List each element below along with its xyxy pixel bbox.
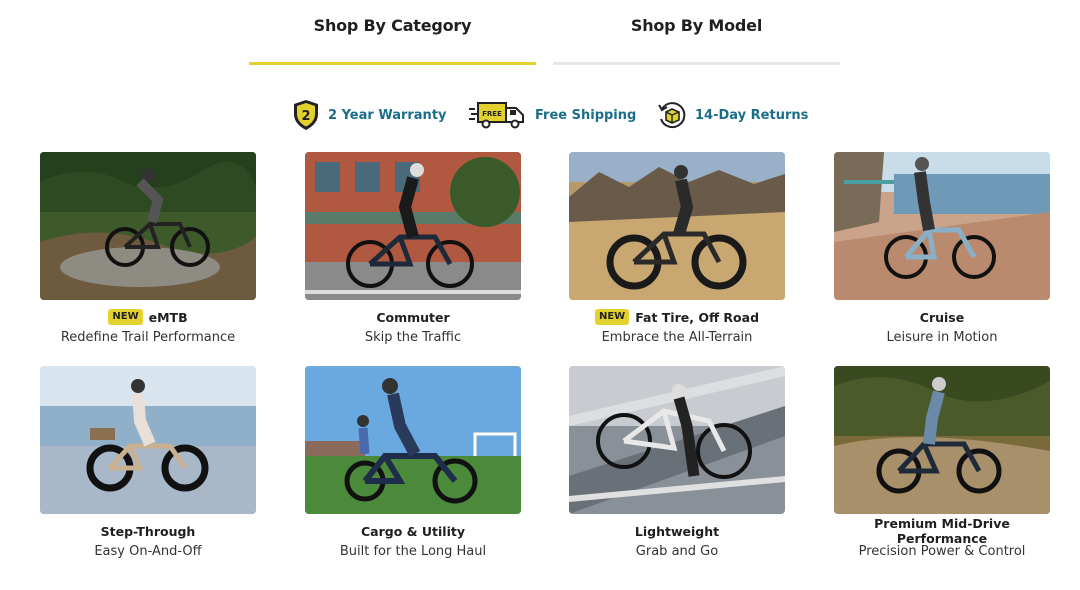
card-title: Commuter [376,309,450,325]
category-photo [40,152,256,300]
new-badge: NEW [108,309,143,325]
card-title: Cruise [919,309,965,325]
card-title: Cargo & Utility [360,523,466,539]
category-photo [305,152,521,300]
card-subtitle: Easy On-And-Off [94,544,202,559]
category-photo [569,366,785,514]
category-card-lightweight[interactable]: Lightweight Grab and Go [569,366,785,559]
card-subtitle: Leisure in Motion [886,330,998,345]
card-title-row: NEW Fat Tire, Off Road [569,308,785,326]
warranty-icon-number: 2 [301,109,310,124]
card-title: eMTB [148,309,188,325]
shipping-icon-free-label: FREE [482,110,502,118]
category-model-tabs: Shop By Category Shop By Model [249,0,840,66]
category-photo [834,152,1050,300]
card-title: Step-Through [100,523,196,539]
card-title-row: Lightweight [569,522,785,540]
tab-label: Shop By Model [630,15,763,35]
tab-shop-by-model[interactable]: Shop By Model [553,0,840,66]
card-subtitle: Built for the Long Haul [339,544,487,559]
card-title: Lightweight [634,523,720,539]
perk-shipping: FREE Free Shipping [469,98,636,132]
card-title: Premium Mid-Drive Performance [874,516,1010,546]
card-subtitle: Grab and Go [635,544,719,559]
perk-returns: 14-Day Returns [656,98,808,132]
returns-box-icon [656,99,688,131]
perk-label: 2 Year Warranty [328,107,447,123]
category-photo [305,366,521,514]
perk-warranty: 2 2 Year Warranty [292,98,447,132]
card-title: Fat Tire, Off Road [635,309,760,325]
card-title-row: Cruise [834,308,1050,326]
new-badge: NEW [594,309,630,325]
category-card-fat-tire[interactable]: NEW Fat Tire, Off Road Embrace the All-T… [569,152,785,345]
card-title-row: NEW eMTB [40,308,256,326]
card-subtitle: Embrace the All-Terrain [601,330,753,345]
card-subtitle: Precision Power & Control [858,544,1026,559]
tab-shop-by-category[interactable]: Shop By Category [249,0,536,66]
category-card-commuter[interactable]: Commuter Skip the Traffic [305,152,521,345]
card-title-row: Commuter [305,308,521,326]
card-subtitle: Redefine Trail Performance [60,330,236,345]
card-title-row: Cargo & Utility [305,522,521,540]
free-shipping-truck-icon: FREE [469,100,527,130]
tab-underline [553,62,840,65]
category-card-cargo-utility[interactable]: Cargo & Utility Built for the Long Haul [305,366,521,559]
category-card-cruise[interactable]: Cruise Leisure in Motion [834,152,1050,345]
category-photo [834,366,1050,514]
category-photo [569,152,785,300]
category-card-premium-mid-drive[interactable]: Premium Mid-Drive Performance Precision … [834,366,1050,559]
tab-label: Shop By Category [313,15,472,35]
category-photo [40,366,256,514]
category-card-emtb[interactable]: NEW eMTB Redefine Trail Performance [40,152,256,345]
category-card-step-through[interactable]: Step-Through Easy On-And-Off [40,366,256,559]
perk-label: Free Shipping [535,107,637,123]
perks-bar: 2 2 Year Warranty FREE Free Shipping 14-… [0,98,1080,132]
card-title-row: Step-Through [40,522,256,540]
card-subtitle: Skip the Traffic [364,330,462,345]
tab-active-underline [249,62,536,65]
card-title-row: Premium Mid-Drive Performance [834,516,1050,546]
warranty-shield-icon: 2 [292,99,320,131]
perk-label: 14-Day Returns [695,107,809,123]
